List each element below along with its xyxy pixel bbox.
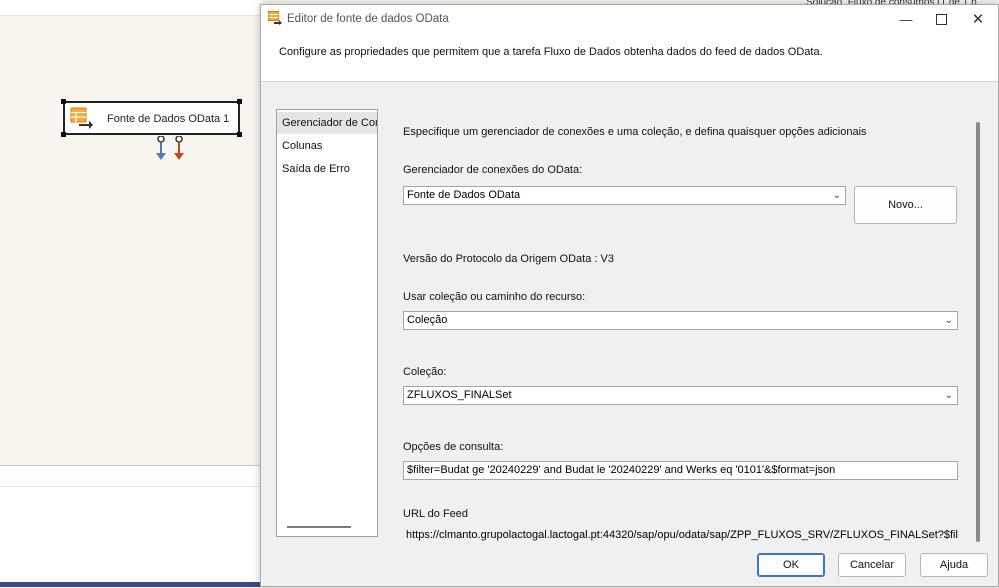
data-path-output-arrow[interactable]	[155, 136, 167, 162]
dialog-titlebar[interactable]: Editor de fonte de dados OData — ✕	[261, 5, 998, 33]
odata-source-editor-dialog: Editor de fonte de dados OData — ✕ Confi…	[260, 4, 999, 587]
component-label: Fonte de Dados OData 1	[107, 113, 230, 125]
page-vertical-scrollbar[interactable]	[976, 122, 980, 542]
cancel-button[interactable]: Cancelar	[838, 553, 906, 577]
use-collection-value: Coleção	[407, 314, 448, 326]
feed-url-value[interactable]: https://clmanto.grupolactogal.lactogal.p…	[403, 527, 958, 546]
dialog-title: Editor de fonte de dados OData	[287, 13, 449, 25]
query-options-label: Opções de consulta:	[403, 441, 504, 453]
odata-source-component[interactable]: Fonte de Dados OData 1	[61, 99, 242, 137]
nav-item-columns[interactable]: Colunas	[277, 135, 377, 157]
use-collection-select[interactable]: Coleção ⌄	[403, 311, 958, 330]
dialog-content: Gerenciador de Conexões Colunas Saída de…	[261, 82, 998, 549]
error-path-output-arrow[interactable]	[173, 136, 185, 162]
lower-pane	[0, 465, 262, 588]
nav-horizontal-scrollbar[interactable]	[287, 526, 351, 528]
designer-tab-strip	[0, 0, 262, 16]
chevron-down-icon: ⌄	[944, 390, 953, 401]
maximize-icon	[935, 13, 947, 25]
selection-handle[interactable]	[61, 132, 66, 137]
help-button[interactable]: Ajuda	[920, 553, 988, 577]
connection-manager-label: Gerenciador de conexões do OData:	[403, 164, 583, 176]
nav-item-connection-manager[interactable]: Gerenciador de Conexões	[277, 112, 377, 134]
odata-source-icon	[70, 107, 93, 129]
new-connection-button[interactable]: Novo...	[854, 186, 957, 224]
chevron-down-icon: ⌄	[832, 190, 841, 201]
chevron-down-icon: ⌄	[944, 315, 953, 326]
protocol-version-text: Versão do Protocolo da Origem OData : V3	[403, 253, 614, 265]
close-button[interactable]: ✕	[963, 8, 993, 30]
maximize-button[interactable]	[926, 8, 956, 30]
selection-handle[interactable]	[237, 132, 242, 137]
ok-button[interactable]: OK	[757, 553, 825, 577]
nav-item-error-output[interactable]: Saída de Erro	[277, 158, 377, 180]
data-flow-designer[interactable]: Fonte de Dados OData 1	[0, 0, 262, 465]
use-collection-label: Usar coleção ou caminho do recurso:	[403, 291, 586, 303]
page-navigation-list[interactable]: Gerenciador de Conexões Colunas Saída de…	[276, 109, 378, 537]
minimize-icon: —	[899, 11, 913, 27]
dialog-app-icon	[268, 11, 282, 25]
query-options-input[interactable]: $filter=Budat ge '20240229' and Budat le…	[403, 461, 958, 480]
dialog-footer: OK Cancelar Ajuda	[261, 549, 998, 586]
connection-manager-select[interactable]: Fonte de Dados OData ⌄	[403, 186, 846, 205]
page-intro-text: Especifique um gerenciador de conexões e…	[403, 126, 867, 138]
collection-select[interactable]: ZFLUXOS_FINALSet ⌄	[403, 386, 958, 405]
selection-handle[interactable]	[237, 99, 242, 104]
minimize-button[interactable]: —	[891, 8, 921, 30]
connection-manager-page: Especifique um gerenciador de conexões e…	[391, 109, 959, 549]
feed-url-label: URL do Feed	[403, 508, 469, 520]
collection-value: ZFLUXOS_FINALSet	[407, 389, 512, 401]
dialog-header: Configure as propriedades que permitem q…	[261, 33, 998, 82]
selection-handle[interactable]	[61, 99, 66, 104]
close-icon: ✕	[971, 11, 985, 28]
collection-label: Coleção:	[403, 366, 447, 378]
dialog-description: Configure as propriedades que permitem q…	[279, 46, 823, 58]
taskbar-strip	[0, 582, 262, 587]
connection-manager-value: Fonte de Dados OData	[407, 189, 521, 201]
